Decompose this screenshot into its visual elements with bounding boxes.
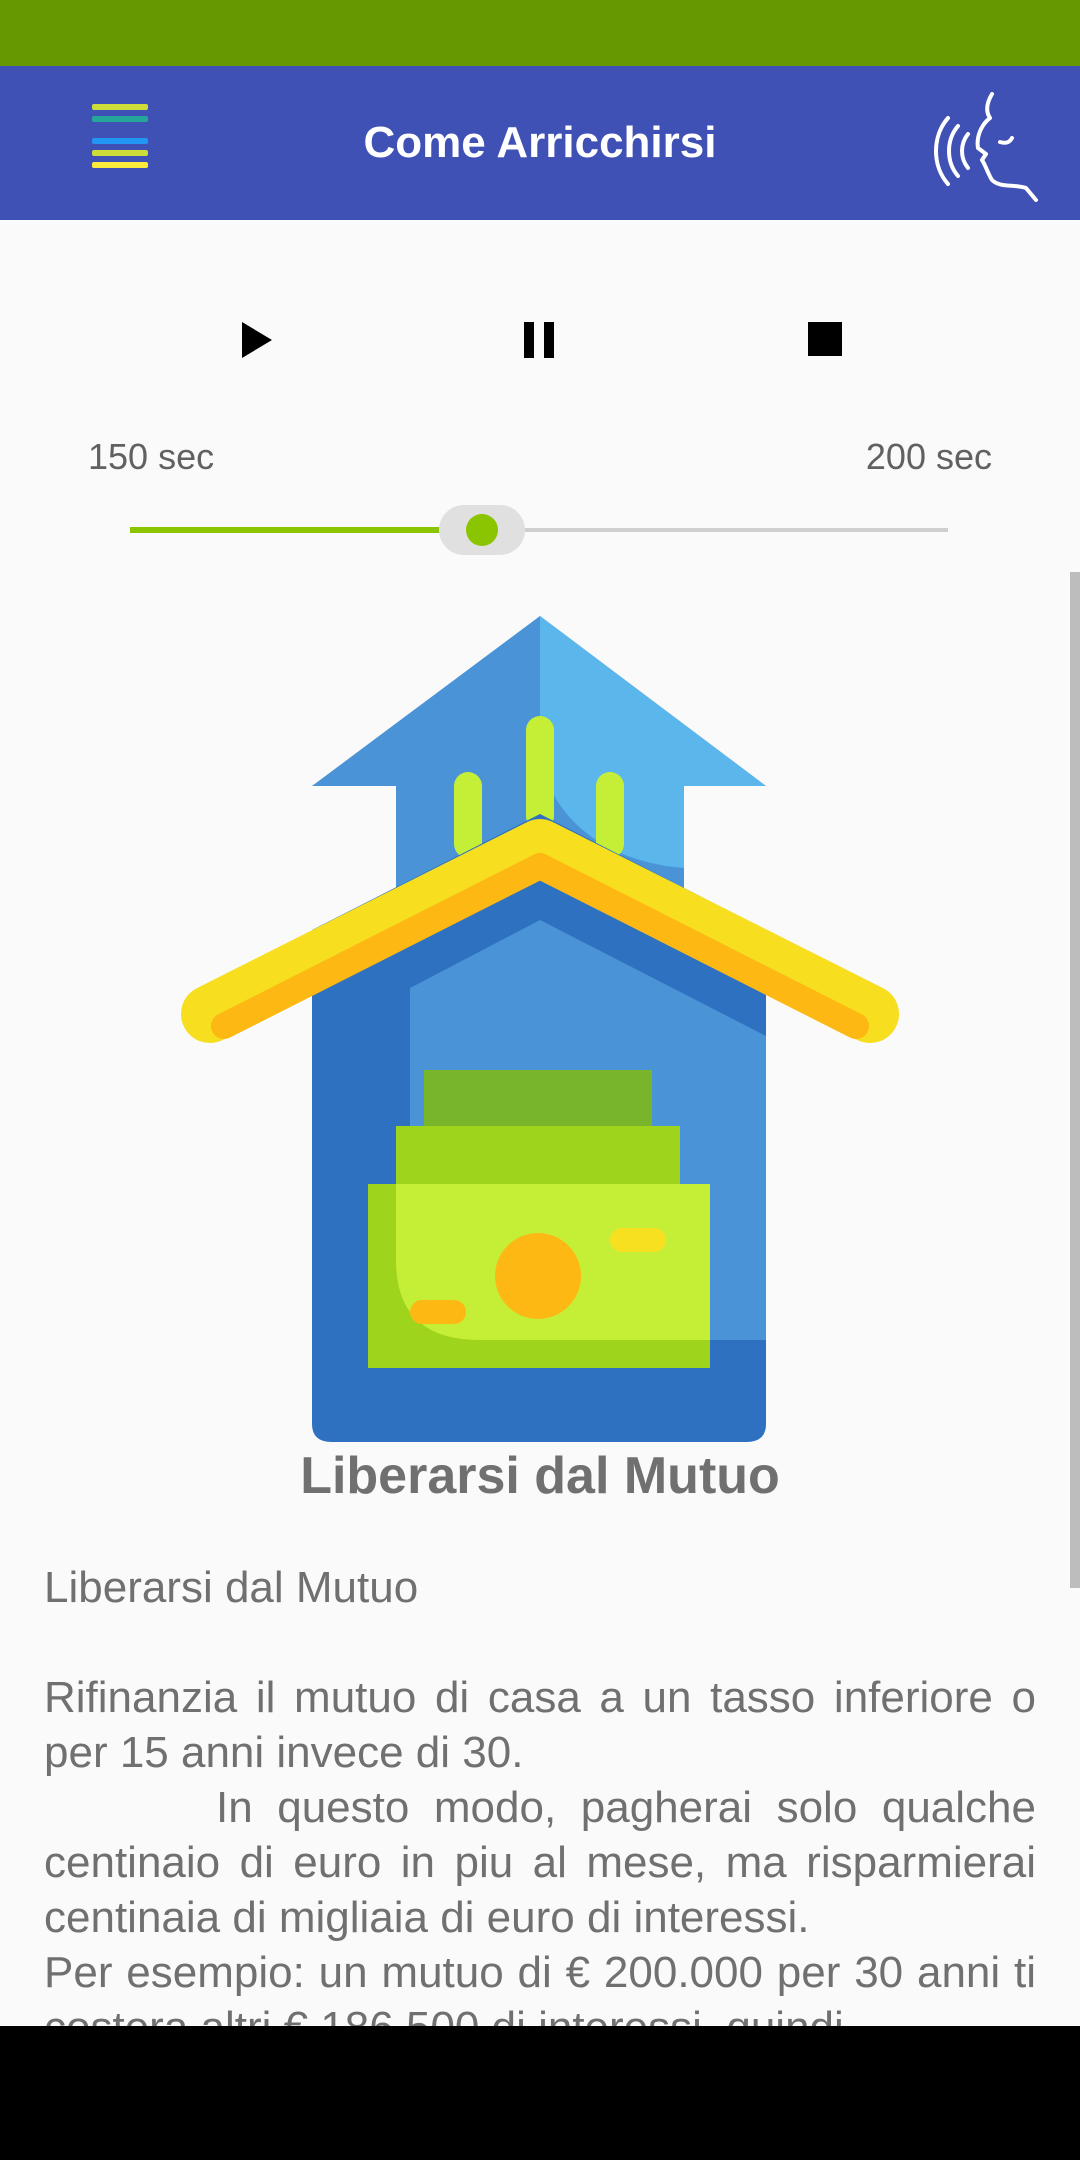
article-paragraph: Rifinanzia il mutuo di casa a un tasso i…	[44, 1673, 1036, 1777]
total-time-label: 200 sec	[865, 436, 992, 477]
text-to-speech-button[interactable]	[930, 84, 1050, 204]
pause-button[interactable]	[500, 300, 580, 380]
status-bar	[0, 0, 1080, 66]
app-bar: Come Arricchirsi	[0, 66, 1080, 220]
article-intro: Liberarsi dal Mutuo	[44, 1563, 419, 1612]
slider-thumb[interactable]	[466, 514, 498, 546]
stop-icon	[808, 322, 842, 356]
house-money-illustration	[181, 616, 899, 1442]
current-time-label: 150 sec	[88, 436, 215, 477]
play-icon	[242, 322, 272, 358]
navigation-bar	[0, 2026, 1080, 2160]
speaking-head-icon	[934, 92, 1038, 202]
stop-button[interactable]	[786, 300, 866, 380]
article-paragraph: Per esempio: un mutuo di € 200.000 per 3…	[44, 1948, 1036, 2030]
seek-slider[interactable]	[130, 500, 950, 560]
slider-progress	[130, 527, 482, 533]
article-paragraph: In questo modo, pagherai solo qualche ce…	[44, 1783, 1036, 1942]
article-body: Liberarsi dal Mutuo Rifinanzia il mutuo …	[44, 1560, 1036, 2030]
pause-icon	[524, 322, 554, 358]
audio-player	[0, 290, 1080, 390]
app-title: Come Arricchirsi	[363, 118, 717, 167]
menu-button[interactable]	[80, 98, 160, 188]
scrollbar[interactable]	[1070, 572, 1080, 1588]
article-headline: Liberarsi dal Mutuo	[300, 1447, 780, 1505]
play-button[interactable]	[216, 300, 296, 380]
